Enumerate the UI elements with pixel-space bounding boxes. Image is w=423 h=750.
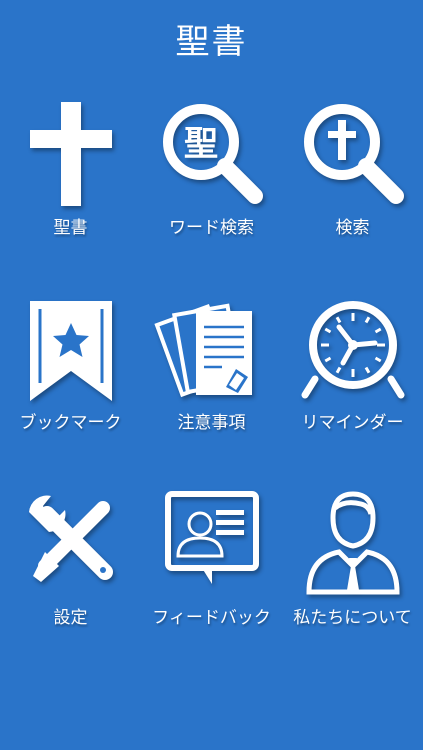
menu-item-word-search[interactable]: 聖 ワード検索 — [141, 95, 282, 270]
alarm-clock-icon — [301, 301, 404, 399]
bookmark-star-icon — [29, 301, 112, 401]
menu-item-reminder[interactable]: リマインダー — [282, 292, 423, 467]
cross-search-icon — [303, 104, 404, 204]
menu-item-bible[interactable]: 聖書 — [0, 95, 141, 270]
notes-pen-icon — [153, 303, 252, 398]
menu-item-settings[interactable]: 設定 — [0, 487, 141, 662]
word-search-glyph: 聖 — [184, 124, 218, 164]
menu-item-search[interactable]: 検索 — [282, 95, 423, 270]
menu-item-label: ワード検索 — [169, 218, 254, 238]
wrench-screwdriver-icon — [28, 495, 113, 582]
menu-item-label: 注意事項 — [177, 413, 246, 433]
menu-item-feedback[interactable]: フィードバック — [141, 487, 282, 662]
menu-item-label: 私たちについて — [293, 608, 412, 628]
menu-item-label: 設定 — [53, 608, 88, 628]
feedback-screen-icon — [164, 491, 259, 584]
cross-icon — [29, 102, 112, 206]
menu-item-label: ブックマーク — [19, 413, 122, 433]
word-search-icon: 聖 — [162, 104, 263, 204]
menu-item-label: フィードバック — [152, 608, 271, 628]
menu-item-bookmark[interactable]: ブックマーク — [0, 292, 141, 467]
menu-item-label: 聖書 — [53, 218, 88, 238]
menu-item-label: リマインダー — [301, 413, 404, 433]
person-icon — [305, 491, 400, 595]
menu-item-about-us[interactable]: 私たちについて — [282, 487, 423, 662]
page-title: 聖書 — [175, 22, 248, 62]
menu-item-notes[interactable]: 注意事項 — [141, 292, 282, 467]
menu-item-label: 検索 — [335, 218, 370, 238]
